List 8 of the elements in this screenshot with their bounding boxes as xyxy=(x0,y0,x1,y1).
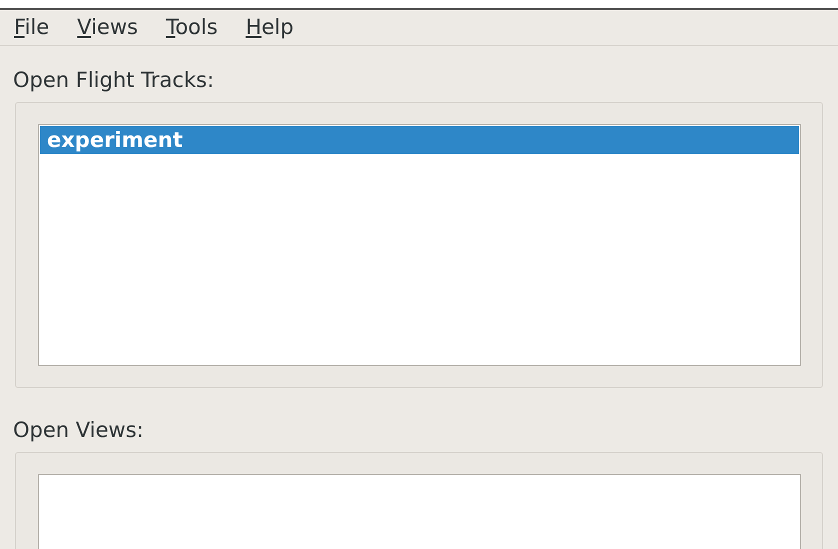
section-label: Open Flight Tracks: xyxy=(13,68,216,92)
menu-item[interactable]: Tools xyxy=(166,15,218,39)
list-box[interactable]: experiment xyxy=(38,124,801,366)
menu-item[interactable]: Help xyxy=(246,15,294,39)
section-label: Open Views: xyxy=(13,418,145,442)
list-item[interactable]: experiment xyxy=(40,126,799,154)
menu-item[interactable]: File xyxy=(14,15,50,39)
menu-item[interactable]: Views xyxy=(77,15,138,39)
